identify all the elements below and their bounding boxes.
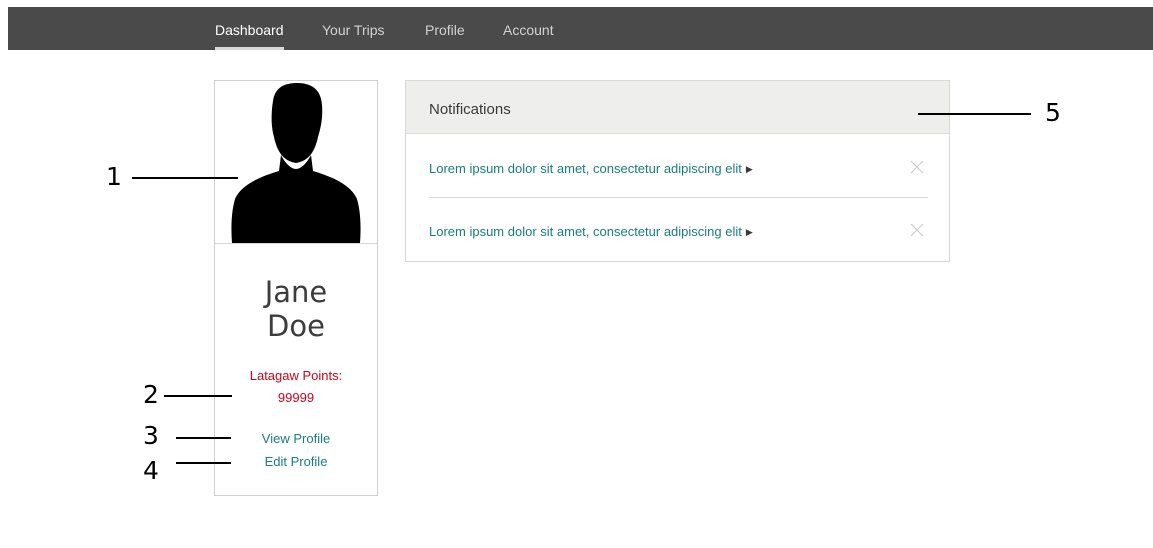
notification-text: Lorem ipsum dolor sit amet, consectetur … bbox=[429, 224, 742, 239]
notification-link[interactable]: Lorem ipsum dolor sit amet, consectetur … bbox=[429, 161, 753, 176]
nav-tab-your-trips[interactable]: Your Trips bbox=[322, 7, 385, 50]
user-name: Jane Doe bbox=[215, 275, 377, 343]
callout-number-1: 1 bbox=[106, 162, 122, 191]
nav-tab-account-label: Account bbox=[503, 22, 554, 38]
notifications-title: Notifications bbox=[429, 101, 511, 118]
edit-profile-link[interactable]: Edit Profile bbox=[215, 454, 377, 469]
notifications-panel: Notifications Lorem ipsum dolor sit amet… bbox=[405, 80, 950, 262]
user-first-name: Jane bbox=[264, 275, 328, 309]
notification-item: Lorem ipsum dolor sit amet, consectetur … bbox=[429, 199, 928, 261]
callout-number-5: 5 bbox=[1045, 98, 1061, 127]
callout-line-2 bbox=[164, 395, 232, 397]
top-nav-bar: Dashboard Your Trips Profile Account bbox=[8, 7, 1153, 50]
avatar[interactable] bbox=[215, 81, 377, 244]
nav-tab-dashboard[interactable]: Dashboard bbox=[215, 7, 284, 50]
nav-tab-profile-label: Profile bbox=[425, 22, 465, 38]
view-profile-link[interactable]: View Profile bbox=[215, 431, 377, 446]
callout-line-3 bbox=[176, 437, 231, 439]
user-silhouette-icon bbox=[231, 83, 361, 243]
points-label: Latagaw Points: bbox=[249, 368, 343, 383]
points-value: 99999 bbox=[277, 390, 315, 405]
nav-tab-your-trips-label: Your Trips bbox=[322, 22, 385, 38]
notifications-header: Notifications bbox=[406, 81, 949, 134]
nav-tab-dashboard-label: Dashboard bbox=[215, 22, 284, 38]
callout-line-5 bbox=[918, 113, 1031, 115]
triangle-right-icon: ▶ bbox=[745, 227, 753, 237]
nav-tab-account[interactable]: Account bbox=[503, 7, 554, 50]
active-tab-indicator bbox=[215, 47, 284, 50]
profile-card: Jane Doe Latagaw Points: 99999 View Prof… bbox=[214, 80, 378, 496]
close-icon[interactable] bbox=[908, 158, 926, 176]
callout-number-4: 4 bbox=[143, 456, 159, 485]
callout-line-1 bbox=[132, 177, 238, 179]
close-icon[interactable] bbox=[908, 221, 926, 239]
notification-item: Lorem ipsum dolor sit amet, consectetur … bbox=[429, 136, 928, 198]
callout-number-3: 3 bbox=[143, 421, 159, 450]
notification-text: Lorem ipsum dolor sit amet, consectetur … bbox=[429, 161, 742, 176]
callout-number-2: 2 bbox=[143, 380, 159, 409]
triangle-right-icon: ▶ bbox=[745, 164, 753, 174]
callout-line-4 bbox=[176, 462, 231, 464]
notification-link[interactable]: Lorem ipsum dolor sit amet, consectetur … bbox=[429, 224, 753, 239]
nav-tab-profile[interactable]: Profile bbox=[425, 7, 465, 50]
user-last-name: Doe bbox=[267, 309, 325, 343]
